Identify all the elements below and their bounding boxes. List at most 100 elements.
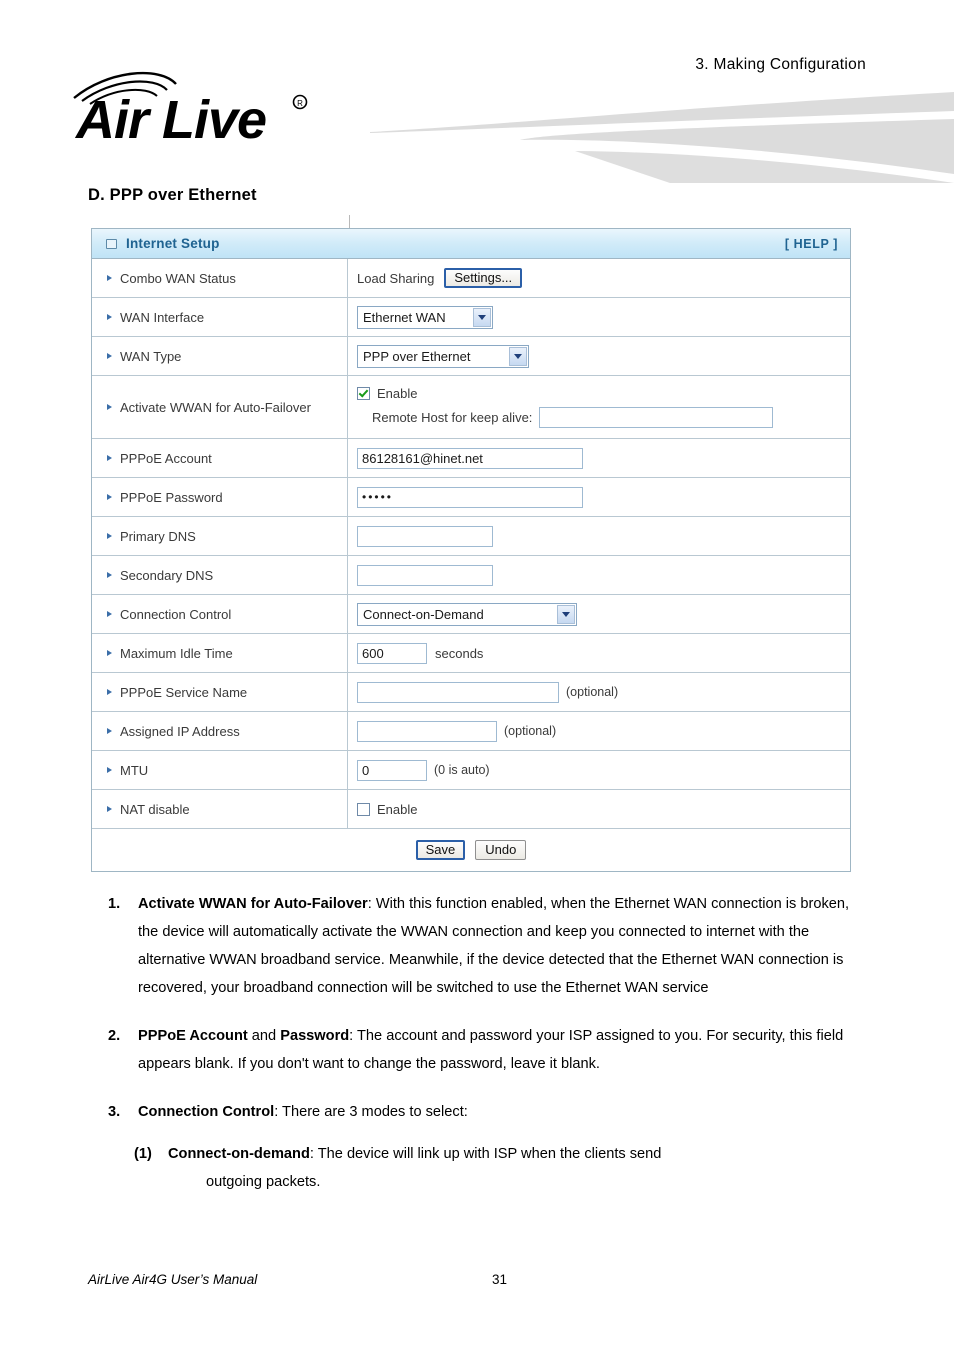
chevron-down-icon[interactable]	[509, 346, 527, 366]
row-label-combo-wan-status: Combo WAN Status	[92, 259, 348, 297]
row-field-pppoe-password: •••••	[348, 478, 850, 516]
list-item: 1. Activate WWAN for Auto-Failover: With…	[108, 890, 868, 1002]
note-term: PPPoE Account	[138, 1028, 248, 1044]
label-text: Activate WWAN for Auto-Failover	[120, 399, 311, 415]
secondary-dns-input[interactable]	[357, 564, 493, 586]
nat-enable-checkbox-line: Enable	[357, 802, 417, 817]
list-text: Connection Control: There are 3 modes to…	[138, 1098, 868, 1126]
pppoe-service-name-input[interactable]	[357, 681, 559, 703]
panel-title: Internet Setup	[126, 236, 220, 251]
page-footer: AirLive Air4G User’s Manual 31	[0, 1272, 954, 1302]
select-value: Ethernet WAN	[363, 309, 446, 325]
label-text: PPPoE Account	[120, 450, 212, 466]
row-field-maximum-idle-time: 600 seconds	[348, 634, 850, 672]
bullet-triangle-icon	[107, 275, 112, 281]
undo-button[interactable]: Undo	[475, 839, 527, 861]
label-text: WAN Interface	[120, 309, 205, 325]
maximum-idle-time-input[interactable]: 600	[357, 642, 427, 664]
enable-checkbox-line: Enable	[357, 386, 417, 401]
row-field-nat-disable: Enable	[348, 790, 850, 828]
bullet-triangle-icon	[107, 494, 112, 500]
row-field-pppoe-account: 86128161@hinet.net	[348, 439, 850, 477]
sublist-number: (1)	[134, 1146, 152, 1162]
chevron-down-icon[interactable]	[557, 604, 575, 624]
internet-setup-panel: Internet Setup [ HELP ] Combo WAN Status…	[91, 228, 851, 872]
bullet-triangle-icon	[107, 728, 112, 734]
list-item: 2. PPPoE Account and Password: The accou…	[108, 1022, 868, 1078]
label-text: PPPoE Service Name	[120, 684, 248, 700]
collapse-box-icon[interactable]	[106, 238, 117, 249]
label-text: Combo WAN Status	[120, 270, 236, 286]
remote-host-label: Remote Host for keep alive:	[372, 410, 533, 425]
label-text: WAN Type	[120, 348, 182, 364]
assigned-ip-address-input[interactable]	[357, 720, 497, 742]
save-button[interactable]: Save	[415, 839, 466, 861]
help-link[interactable]: [ HELP ]	[785, 237, 838, 251]
pppoe-account-input[interactable]: 86128161@hinet.net	[357, 447, 583, 469]
chevron-down-icon[interactable]	[473, 307, 491, 327]
row-label-pppoe-account: PPPoE Account	[92, 439, 348, 477]
bullet-triangle-icon	[107, 611, 112, 617]
label-text: Primary DNS	[120, 528, 196, 544]
row-field-mtu: 0 (0 is auto)	[348, 751, 850, 789]
row-label-activate-wwan: Activate WWAN for Auto-Failover	[92, 376, 348, 438]
label-text: MTU	[120, 762, 149, 778]
label-text: Secondary DNS	[120, 567, 214, 583]
optional-hint: (optional)	[566, 685, 619, 699]
page-header: 3. Making Configuration Air Live R	[0, 0, 954, 183]
row-field-wan-interface: Ethernet WAN	[348, 298, 850, 336]
pppoe-password-input[interactable]: •••••	[357, 486, 583, 508]
panel-action-bar: Save Undo	[92, 829, 850, 871]
connection-control-select[interactable]: Connect-on-Demand	[357, 602, 577, 626]
list-item-sub: (1) Connect-on-demand: The device will l…	[134, 1140, 868, 1196]
label-text: PPPoE Password	[120, 489, 223, 505]
table-row: Combo WAN Status Load Sharing Settings..…	[92, 259, 850, 298]
mtu-input[interactable]: 0	[357, 759, 427, 781]
notes-list: 1. Activate WWAN for Auto-Failover: With…	[108, 890, 868, 1216]
remote-host-input[interactable]	[539, 407, 774, 428]
section-title: D. PPP over Ethernet	[88, 186, 257, 204]
settings-button[interactable]: Settings...	[444, 267, 523, 289]
table-row: MTU 0 (0 is auto)	[92, 751, 850, 790]
note-conjunction: and	[247, 1028, 281, 1044]
row-field-primary-dns	[348, 517, 850, 555]
table-row: WAN Type PPP over Ethernet	[92, 337, 850, 376]
panel-header: Internet Setup [ HELP ]	[92, 229, 850, 259]
note-body: : There are 3 modes to select:	[274, 1104, 468, 1120]
primary-dns-input[interactable]	[357, 525, 493, 547]
table-row: Secondary DNS	[92, 556, 850, 595]
airlive-logo: Air Live R	[68, 62, 378, 157]
row-label-secondary-dns: Secondary DNS	[92, 556, 348, 594]
bullet-triangle-icon	[107, 455, 112, 461]
bullet-triangle-icon	[107, 689, 112, 695]
bullet-triangle-icon	[107, 572, 112, 578]
row-field-connection-control: Connect-on-Demand	[348, 595, 850, 633]
table-row: PPPoE Account 86128161@hinet.net	[92, 439, 850, 478]
table-row: Primary DNS	[92, 517, 850, 556]
subnote-body: : The device will link up with ISP when …	[309, 1146, 662, 1162]
note-term-2: Password	[280, 1028, 350, 1044]
wan-type-select[interactable]: PPP over Ethernet	[357, 344, 529, 368]
label-text: NAT disable	[120, 801, 190, 817]
svg-text:Air Live: Air Live	[74, 90, 266, 150]
list-number: 3.	[108, 1104, 121, 1120]
checkbox-label: Enable	[377, 386, 418, 401]
label-text: Assigned IP Address	[120, 723, 240, 739]
bullet-triangle-icon	[107, 806, 112, 812]
row-label-wan-interface: WAN Interface	[92, 298, 348, 336]
row-field-activate-wwan: Enable Remote Host for keep alive:	[348, 376, 850, 438]
nat-disable-checkbox[interactable]	[357, 802, 370, 816]
note-term: Connection Control	[138, 1104, 275, 1120]
activate-wwan-checkbox[interactable]	[357, 387, 370, 400]
bullet-triangle-icon	[107, 404, 112, 410]
subnote-continuation: outgoing packets.	[206, 1174, 321, 1190]
row-label-connection-control: Connection Control	[92, 595, 348, 633]
chapter-heading: 3. Making Configuration	[695, 56, 866, 73]
wan-interface-select[interactable]: Ethernet WAN	[357, 305, 493, 329]
label-text: Maximum Idle Time	[120, 645, 233, 661]
row-label-primary-dns: Primary DNS	[92, 517, 348, 555]
bullet-triangle-icon	[107, 353, 112, 359]
list-text: Activate WWAN for Auto-Failover: With th…	[138, 890, 868, 1002]
table-row: PPPoE Service Name (optional)	[92, 673, 850, 712]
table-row: PPPoE Password •••••	[92, 478, 850, 517]
